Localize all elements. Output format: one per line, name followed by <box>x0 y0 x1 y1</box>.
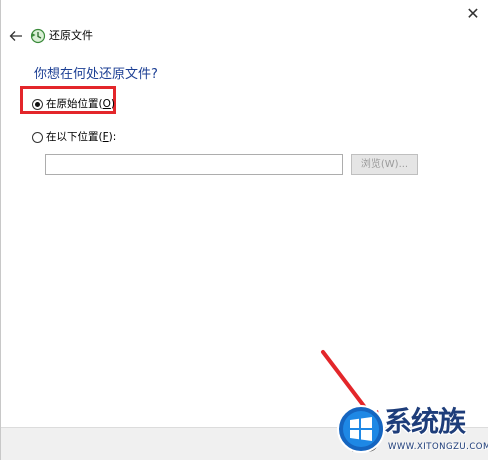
restore-files-window: ✕ 还原文件 你想在何处还原文件? 在原始位置(O) 在以下位置(F): 浏览(… <box>0 0 488 460</box>
page-heading: 你想在何处还原文件? <box>34 67 158 82</box>
radio-button-unchecked[interactable] <box>32 131 43 143</box>
watermark: 系统族 WWW.XITONGZU.COM <box>336 404 488 460</box>
back-button[interactable] <box>7 27 25 45</box>
radio-button-checked[interactable] <box>32 98 43 110</box>
radio-other-location[interactable]: 在以下位置(F): <box>32 130 116 144</box>
watermark-brand: 系统族 <box>384 405 466 438</box>
browse-button: 浏览(W)... <box>351 154 418 175</box>
back-arrow-icon <box>9 31 22 41</box>
close-icon: ✕ <box>466 4 480 23</box>
close-button[interactable]: ✕ <box>462 3 484 25</box>
file-history-icon <box>30 28 46 44</box>
radio-other-label: 在以下位置(F): <box>46 131 117 143</box>
radio-original-location[interactable]: 在原始位置(O) <box>32 97 115 111</box>
window-title: 还原文件 <box>49 29 93 42</box>
watermark-url: WWW.XITONGZU.COM <box>388 442 488 452</box>
location-path-input[interactable] <box>45 154 343 175</box>
radio-original-label: 在原始位置(O) <box>46 98 115 110</box>
windows-logo-icon <box>337 405 385 453</box>
